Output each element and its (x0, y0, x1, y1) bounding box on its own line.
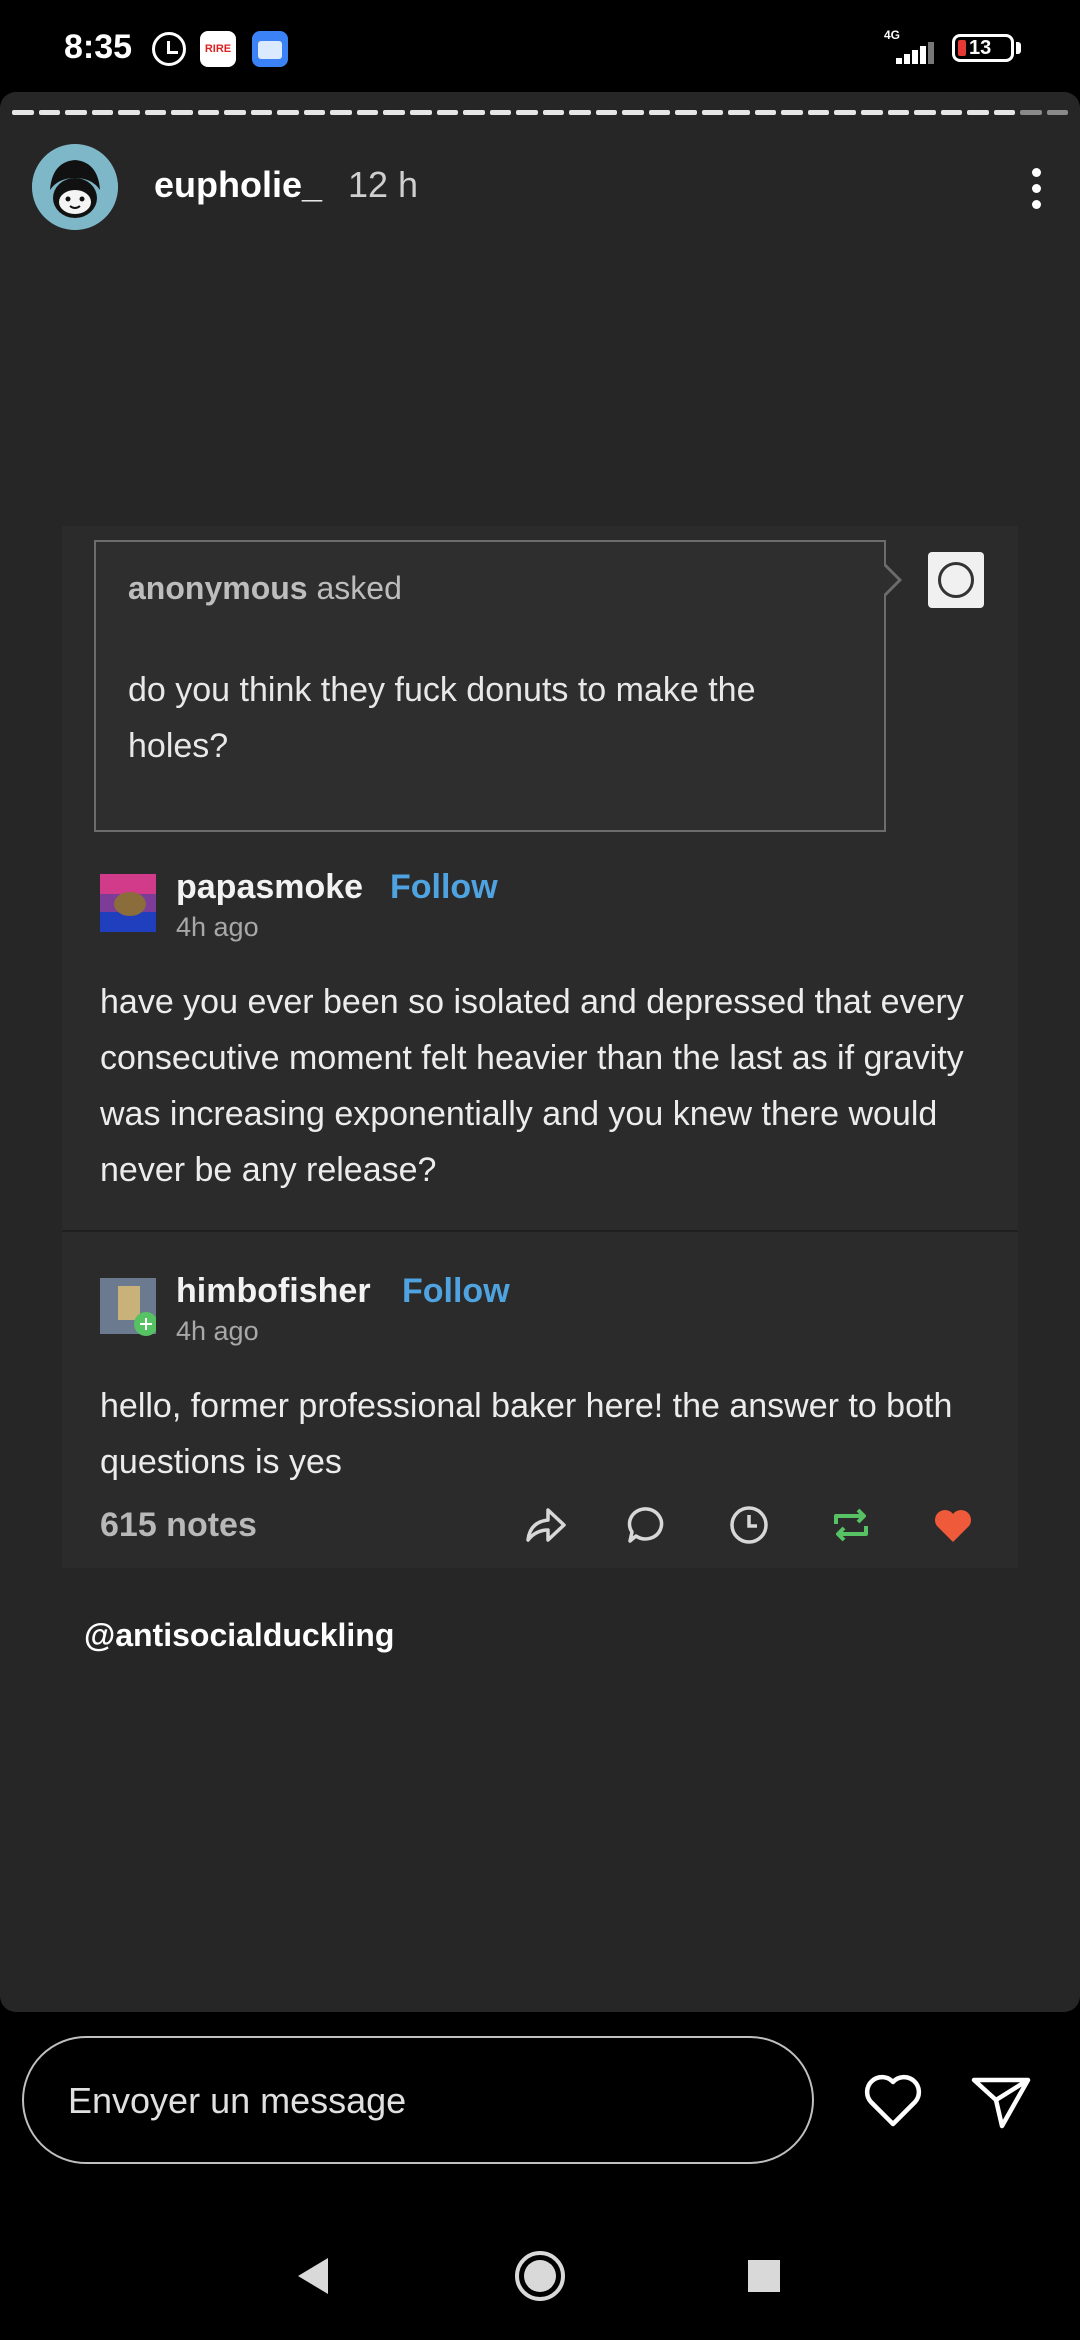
progress-segment (1046, 110, 1069, 115)
progress-segment (675, 110, 697, 115)
follow-button[interactable]: Follow (390, 868, 498, 907)
progress-segment (728, 110, 750, 115)
story-progress-bar (12, 110, 1069, 115)
recents-icon[interactable] (744, 2240, 784, 2317)
post-footer: 615 notes (100, 1506, 980, 1566)
progress-segment (967, 110, 989, 115)
progress-segment (409, 110, 432, 115)
send-button[interactable] (966, 2066, 1036, 2136)
asker-name: anonymous (128, 570, 308, 606)
progress-segment (940, 110, 963, 115)
progress-segment (12, 110, 34, 115)
send-icon (971, 2077, 1031, 2129)
progress-segment (834, 110, 856, 115)
asked-label: asked (316, 570, 402, 606)
heart-outline-icon (864, 2074, 922, 2127)
progress-segment (171, 110, 193, 115)
progress-segment (622, 110, 644, 115)
progress-segment (356, 110, 379, 115)
comment-icon (622, 1500, 672, 1550)
ask-box: anonymous asked do you think they fuck d… (94, 540, 886, 832)
reblog-icon (826, 1500, 876, 1550)
progress-segment (754, 110, 777, 115)
progress-segment (224, 110, 246, 115)
avatar[interactable] (32, 144, 118, 230)
progress-segment (1020, 110, 1042, 115)
progress-segment (781, 110, 803, 115)
more-options-icon[interactable] (1024, 164, 1048, 214)
progress-segment (463, 110, 485, 115)
progress-segment (489, 110, 512, 115)
share-icon (520, 1500, 570, 1550)
message-input[interactable]: Envoyer un message (22, 2036, 814, 2164)
home-icon[interactable] (512, 2240, 568, 2317)
ask-pointer (884, 564, 902, 596)
progress-segment (250, 110, 273, 115)
progress-segment (807, 110, 830, 115)
back-icon[interactable] (290, 2240, 340, 2317)
clock-icon (724, 1500, 774, 1550)
progress-segment (993, 110, 1016, 115)
follow-button[interactable]: Follow (402, 1272, 510, 1311)
progress-segment (914, 110, 936, 115)
ask-question: do you think they fuck donuts to make th… (128, 671, 756, 765)
progress-segment (887, 110, 910, 115)
progress-segment (144, 110, 167, 115)
reply-time: 4h ago (176, 1316, 259, 1346)
answerer-avatar (928, 552, 984, 608)
story-time: 12 h (348, 164, 419, 205)
mention-sticker[interactable]: @antisocialduckling (84, 1617, 394, 1654)
signal-icon (896, 42, 936, 64)
battery-icon: 13 (952, 34, 1014, 62)
network-type: 4G (884, 28, 901, 42)
progress-segment (595, 110, 618, 115)
status-time: 8:35 (64, 28, 133, 66)
ask-header: anonymous asked (128, 570, 402, 607)
progress-segment (38, 110, 61, 115)
progress-segment (542, 110, 565, 115)
reply-avatar (100, 1278, 158, 1336)
progress-segment (436, 110, 459, 115)
like-button[interactable] (858, 2066, 928, 2136)
alarm-icon (152, 32, 186, 66)
notes-count: 615 notes (100, 1506, 257, 1544)
progress-segment (648, 110, 671, 115)
progress-segment (701, 110, 724, 115)
progress-segment (277, 110, 299, 115)
shared-post: anonymous asked do you think they fuck d… (62, 526, 1018, 1568)
heart-icon (928, 1500, 978, 1550)
progress-segment (303, 110, 326, 115)
story-viewer[interactable]: eupholie_ 12 h anonymous asked do you th… (0, 92, 1080, 2012)
reply-username: papasmoke (176, 868, 364, 906)
story-header: eupholie_ 12 h (32, 144, 1048, 234)
progress-segment (330, 110, 352, 115)
reply-username: himbofisher (176, 1272, 371, 1310)
progress-segment (91, 110, 114, 115)
reply-time: 4h ago (176, 912, 259, 942)
reply-text: have you ever been so isolated and depre… (100, 983, 964, 1189)
reply-text: hello, former professional baker here! t… (100, 1387, 953, 1481)
progress-segment (516, 110, 538, 115)
progress-segment (569, 110, 591, 115)
progress-segment (118, 110, 140, 115)
progress-segment (65, 110, 87, 115)
status-bar: 8:35 RIRE 4G 13 (0, 0, 1080, 92)
progress-segment (861, 110, 883, 115)
progress-segment (383, 110, 405, 115)
battery-level: 13 (969, 37, 992, 59)
message-placeholder: Envoyer un message (68, 2080, 407, 2121)
reply-avatar (100, 874, 156, 932)
app-notification-icon: RIRE (200, 31, 236, 67)
battery-nub (1016, 42, 1021, 54)
progress-segment (197, 110, 220, 115)
calendar-icon (252, 31, 288, 67)
divider (62, 1230, 1018, 1232)
story-username[interactable]: eupholie_ (154, 164, 322, 206)
